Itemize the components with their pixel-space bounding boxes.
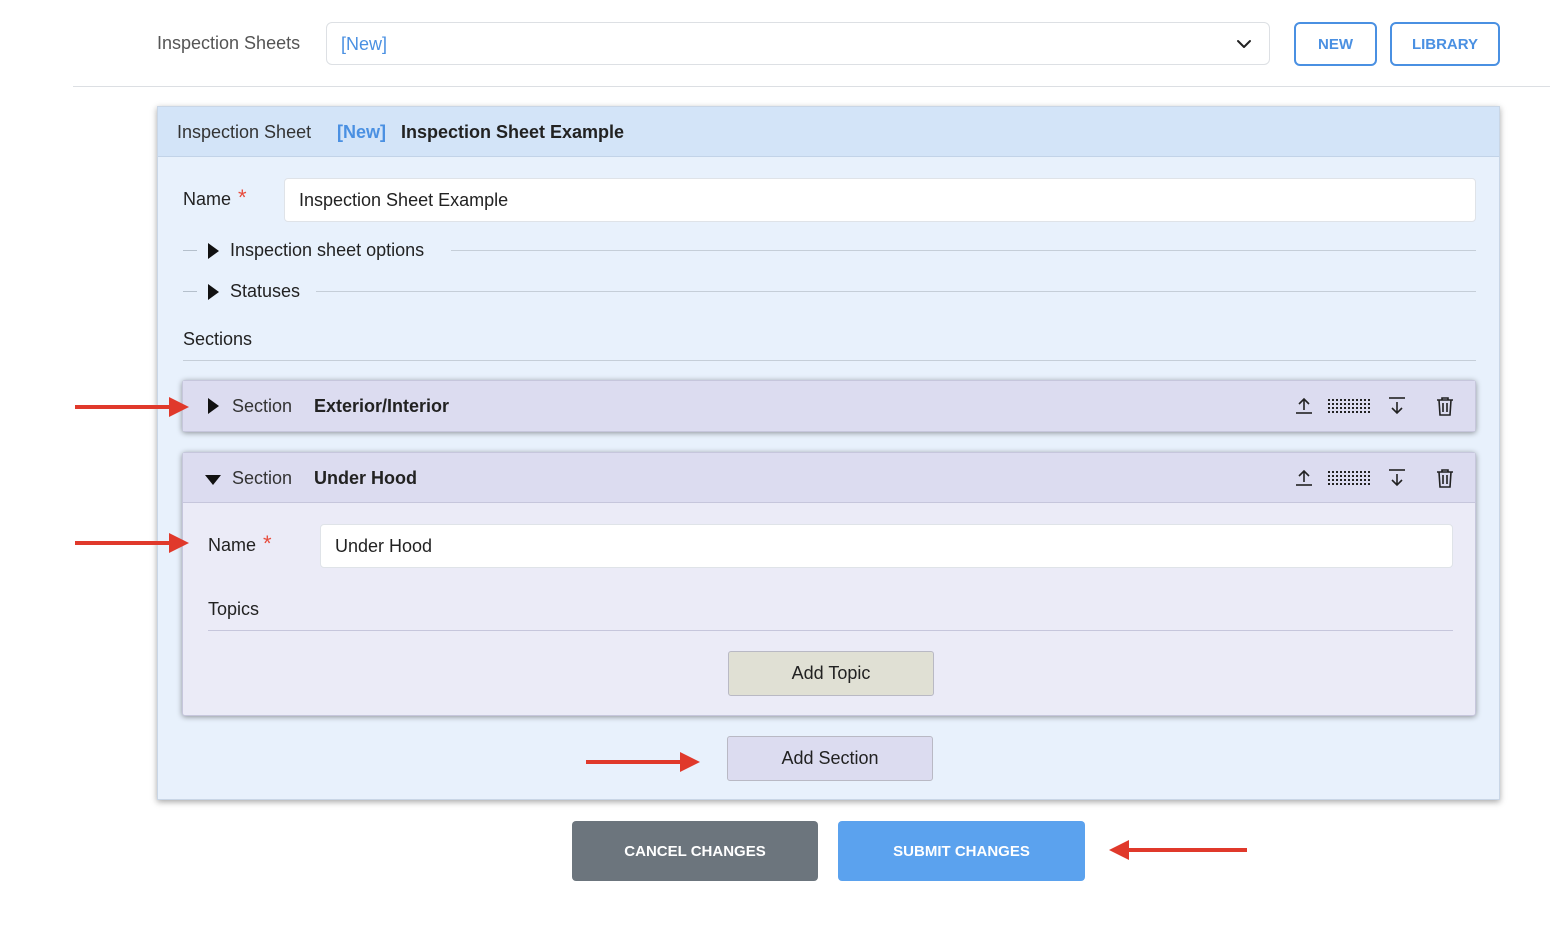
submit-changes-button[interactable]: SUBMIT CHANGES <box>838 821 1085 881</box>
required-indicator: * <box>263 531 272 556</box>
move-down-icon[interactable] <box>1385 467 1409 489</box>
caret-right-icon <box>208 243 219 259</box>
annotation-arrow <box>1109 840 1247 860</box>
sections-heading: Sections <box>183 329 253 349</box>
trash-icon[interactable] <box>1433 467 1457 489</box>
drag-handle-icon[interactable] <box>1327 395 1371 417</box>
toolbar-divider <box>73 86 1550 87</box>
section-exterior-interior: Section Exterior/Interior <box>182 380 1476 432</box>
chevron-down-icon <box>1237 40 1251 48</box>
sections-divider <box>183 360 1476 361</box>
section-name-input[interactable]: Under Hood <box>320 524 1453 568</box>
section-under-hood: Section Under Hood Name * Under Hood Top… <box>182 452 1476 716</box>
move-down-icon[interactable] <box>1385 395 1409 417</box>
inspection-sheet-options-toggle[interactable]: Inspection sheet options <box>183 239 1476 263</box>
move-up-icon[interactable] <box>1292 467 1316 489</box>
section-name: Under Hood <box>314 468 417 488</box>
sheet-name-input[interactable]: Inspection Sheet Example <box>284 178 1476 222</box>
new-button[interactable]: NEW <box>1294 22 1377 66</box>
add-topic-button[interactable]: Add Topic <box>728 651 934 696</box>
inspection-sheets-label: Inspection Sheets <box>157 33 301 53</box>
inspection-sheet-select[interactable]: [New] <box>326 22 1270 65</box>
card-header: Inspection Sheet [New] Inspection Sheet … <box>158 107 1499 157</box>
annotation-arrow <box>586 752 700 772</box>
section-name: Exterior/Interior <box>314 396 450 416</box>
section-header[interactable]: Section Exterior/Interior <box>183 381 1475 431</box>
inspection-sheet-card: Inspection Sheet [New] Inspection Sheet … <box>157 106 1500 800</box>
section-name-label: Name <box>208 535 257 555</box>
topics-heading: Topics <box>208 599 260 619</box>
cancel-changes-button[interactable]: CANCEL CHANGES <box>572 821 818 881</box>
move-up-icon[interactable] <box>1292 395 1316 417</box>
caret-right-icon[interactable] <box>208 398 219 414</box>
inspection-sheet-select-value: [New] <box>341 34 388 54</box>
caret-right-icon <box>208 284 219 300</box>
section-name-value: Under Hood <box>335 536 433 556</box>
sheet-name-label: Name <box>183 189 232 209</box>
add-section-button[interactable]: Add Section <box>727 736 933 781</box>
library-button[interactable]: LIBRARY <box>1390 22 1500 66</box>
section-label: Section <box>232 396 293 416</box>
card-header-name: Inspection Sheet Example <box>401 122 625 142</box>
required-indicator: * <box>238 185 247 210</box>
card-header-label: Inspection Sheet <box>177 122 312 142</box>
statuses-toggle[interactable]: Statuses <box>183 280 1476 304</box>
section-header[interactable]: Section Under Hood <box>183 453 1475 503</box>
inspection-sheet-options-label: Inspection sheet options <box>230 240 425 260</box>
annotation-arrow <box>75 397 189 417</box>
sheet-name-value: Inspection Sheet Example <box>299 190 509 210</box>
section-label: Section <box>232 468 293 488</box>
trash-icon[interactable] <box>1433 395 1457 417</box>
topics-divider <box>208 630 1453 631</box>
card-header-status: [New] <box>337 122 386 142</box>
drag-handle-icon[interactable] <box>1327 467 1371 489</box>
caret-down-icon[interactable] <box>205 475 221 485</box>
statuses-label: Statuses <box>230 281 301 301</box>
annotation-arrow <box>75 533 189 553</box>
